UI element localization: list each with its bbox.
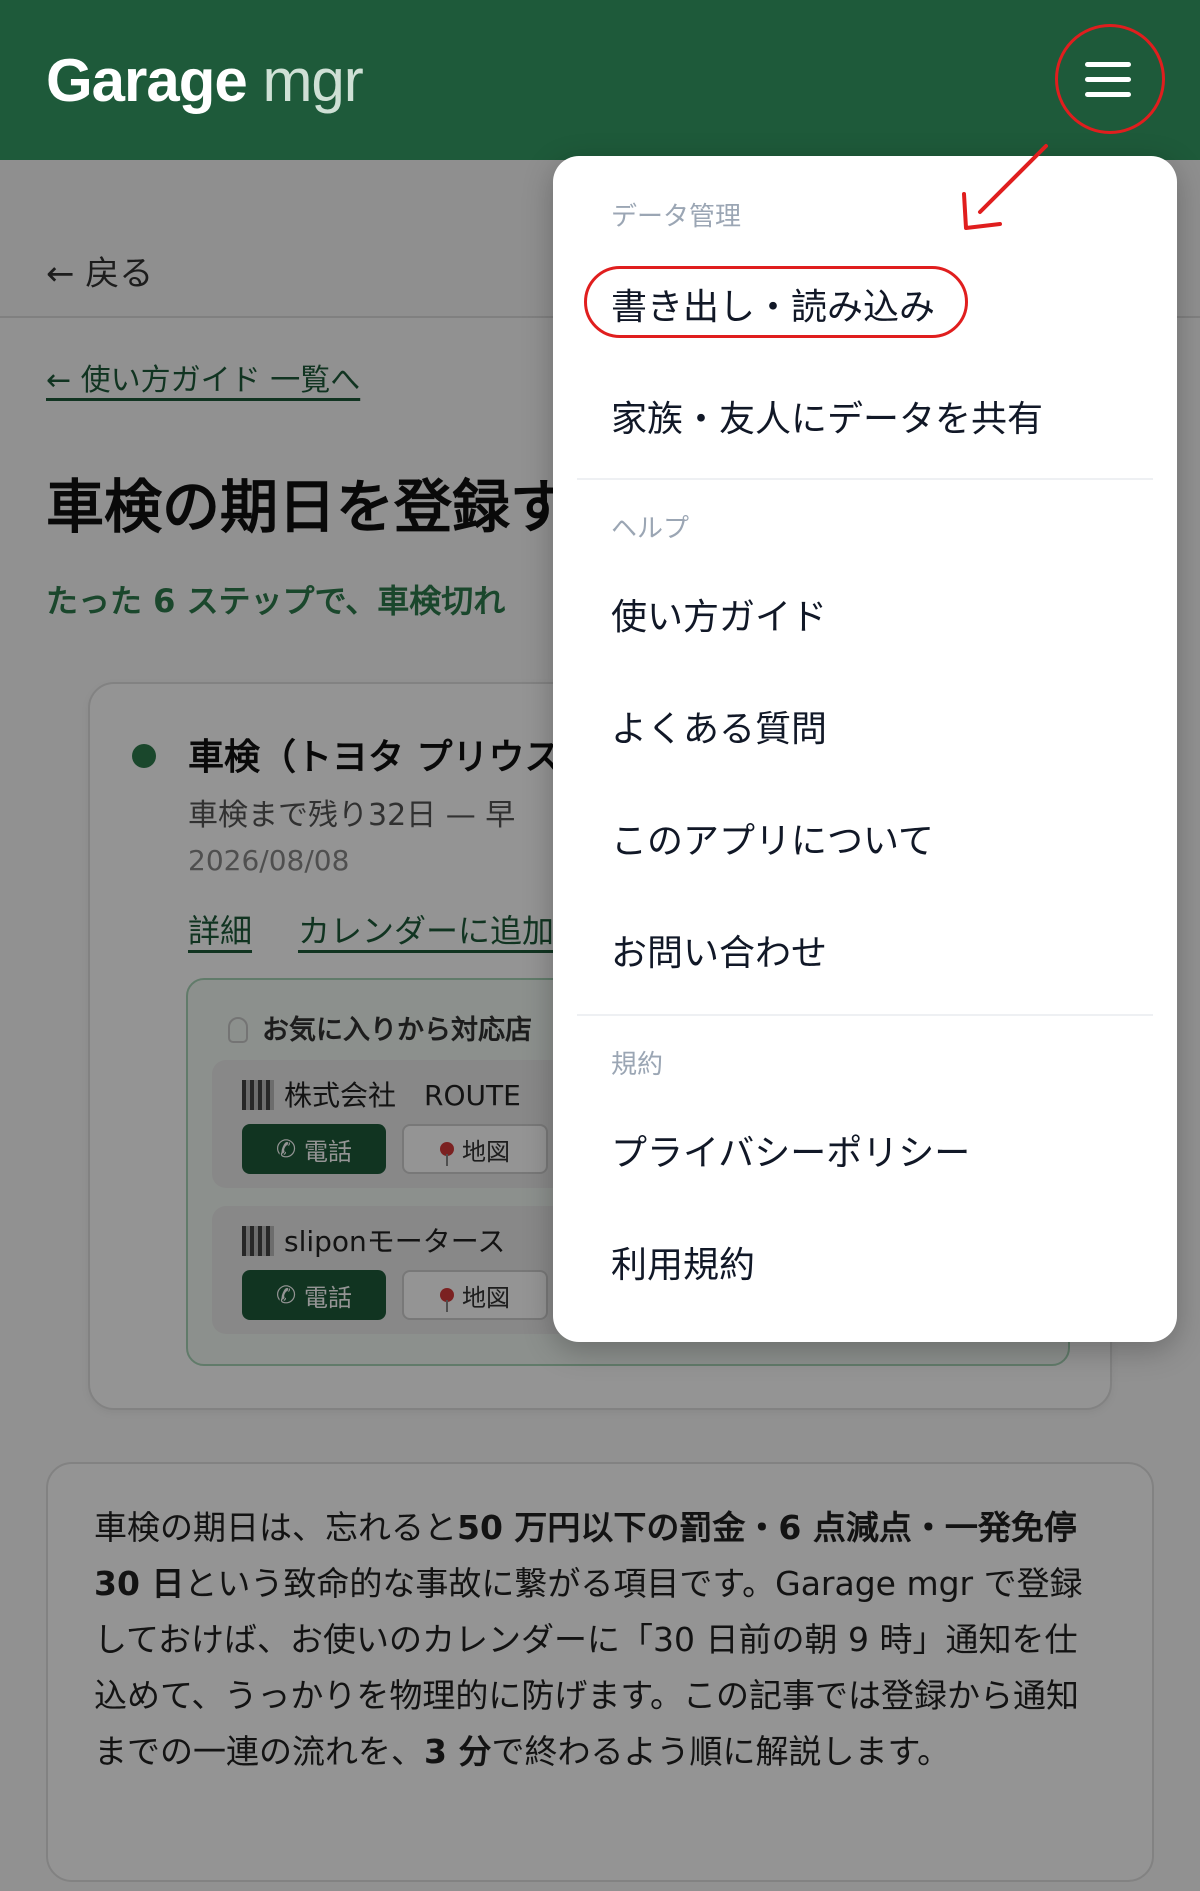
menu-item-about[interactable]: このアプリについて — [611, 812, 934, 864]
menu-item-share-data[interactable]: 家族・友人にデータを共有 — [611, 390, 1043, 442]
menu-item-privacy-policy[interactable]: プライバシーポリシー — [611, 1124, 970, 1176]
annotation-circle — [1055, 24, 1165, 134]
menu-section-terms: 規約 — [611, 1050, 664, 1080]
menu-item-terms-of-use[interactable]: 利用規約 — [611, 1236, 755, 1288]
menu-section-help: ヘルプ — [611, 514, 690, 544]
menu-item-faq[interactable]: よくある質問 — [611, 700, 827, 752]
app-header: Garage mgr — [0, 0, 1200, 160]
app-logo[interactable]: Garage mgr — [46, 46, 364, 115]
menu-divider — [577, 1014, 1153, 1016]
annotation-highlight — [584, 266, 968, 338]
menu-item-contact[interactable]: お問い合わせ — [611, 924, 827, 976]
menu-divider — [577, 478, 1153, 480]
menu-item-guide[interactable]: 使い方ガイド — [611, 588, 827, 640]
menu-section-data-management: データ管理 — [611, 202, 742, 232]
